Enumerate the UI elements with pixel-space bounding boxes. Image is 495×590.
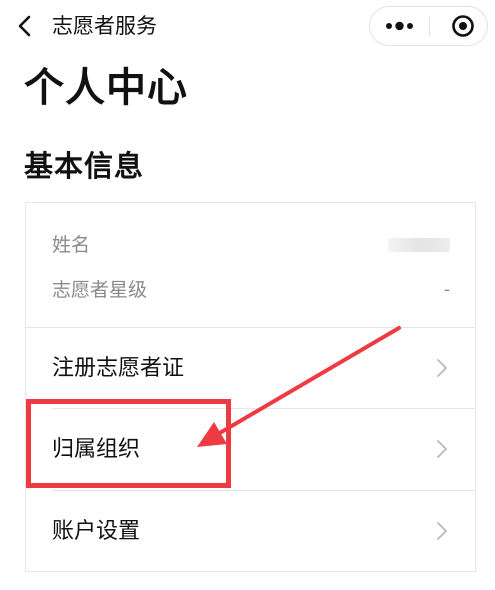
profile-card: 姓名 志愿者星级 - 注册志愿者证 归属组织 账户设置: [25, 202, 476, 572]
back-chevron-icon[interactable]: [12, 10, 40, 42]
menu-item-volunteer-card[interactable]: 注册志愿者证: [26, 328, 475, 408]
annotation-highlight-box: [26, 399, 231, 488]
menu-item-account-settings[interactable]: 账户设置: [26, 491, 475, 571]
name-label: 姓名: [52, 234, 91, 256]
nav-title: 志愿者服务: [52, 14, 157, 38]
star-level-label: 志愿者星级: [52, 279, 148, 301]
section-title: 基本信息: [24, 149, 145, 183]
star-level-value: -: [443, 280, 450, 300]
target-close-icon: [452, 15, 474, 37]
menu-item-label: 注册志愿者证: [52, 356, 185, 381]
menu-item-label: 账户设置: [52, 519, 141, 544]
page-title: 个人中心: [24, 65, 188, 111]
navigation-bar: 志愿者服务: [0, 0, 495, 52]
chevron-right-icon: [437, 359, 447, 377]
chevron-right-icon: [437, 522, 447, 540]
name-value-redacted: [388, 238, 450, 252]
more-button[interactable]: [370, 7, 429, 45]
more-dots-icon: [386, 21, 413, 31]
chevron-right-icon: [437, 440, 447, 458]
close-button[interactable]: [430, 7, 488, 45]
mini-program-capsule: [369, 6, 488, 46]
